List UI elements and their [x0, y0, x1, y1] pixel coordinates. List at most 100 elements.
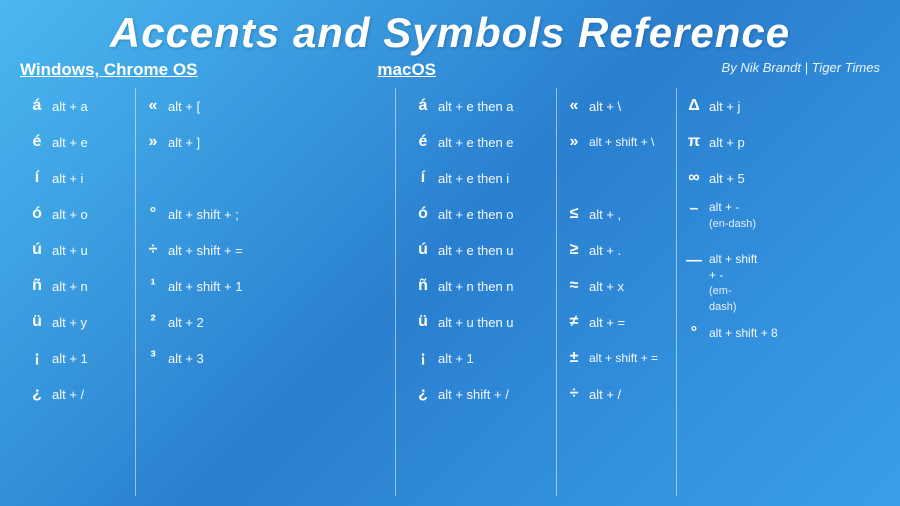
list-item: á alt + a: [28, 88, 127, 124]
symbol: í: [28, 169, 46, 187]
shortcut: alt + [: [168, 99, 200, 114]
list-item: ¿ alt + /: [28, 376, 127, 412]
content-area: á alt + a é alt + e í alt + i ó alt + o …: [20, 88, 880, 496]
list-item: ÷ alt + /: [565, 376, 668, 412]
list-item: í alt + i: [28, 160, 127, 196]
shortcut: alt + e then a: [438, 99, 514, 114]
list-item: ¿ alt + shift + /: [414, 376, 548, 412]
windows-section-header: Windows, Chrome OS: [20, 60, 197, 80]
list-item: » alt + shift + \: [565, 124, 668, 160]
list-item: ó alt + o: [28, 196, 127, 232]
shortcut: alt + o: [52, 207, 88, 222]
shortcut: alt + =: [589, 315, 625, 330]
shortcut: alt + shift + =: [589, 351, 658, 365]
page-title: Accents and Symbols Reference: [20, 10, 880, 56]
list-item: « alt + [: [144, 88, 287, 124]
shortcut: alt + 1: [52, 351, 88, 366]
shortcut: alt + /: [52, 387, 84, 402]
mac-col1: á alt + e then a é alt + e then e í alt …: [406, 88, 556, 496]
shortcut: alt + x: [589, 279, 624, 294]
shortcut: alt + 2: [168, 315, 204, 330]
symbol: «: [565, 97, 583, 115]
shortcut: alt + shift + 1: [168, 279, 242, 294]
symbol: ú: [28, 241, 46, 259]
list-item: – alt + -(en-dash): [685, 196, 758, 248]
shortcut: alt + 1: [438, 351, 474, 366]
symbol: ¡: [28, 349, 46, 367]
shortcut: alt + shift + /: [438, 387, 509, 402]
shortcut: alt + ,: [589, 207, 621, 222]
list-item: ñ alt + n then n: [414, 268, 548, 304]
shortcut: alt + i: [52, 171, 83, 186]
mac-col2: « alt + \ » alt + shift + \ ≤ alt + , ≥ …: [556, 88, 676, 496]
list-item: é alt + e: [28, 124, 127, 160]
windows-section: á alt + a é alt + e í alt + i ó alt + o …: [20, 88, 395, 496]
symbol: ¿: [414, 385, 432, 403]
shortcut: alt + shift + ;: [168, 207, 239, 222]
symbol: ≈: [565, 277, 583, 295]
byline: By Nik Brandt | Tiger Times: [722, 60, 880, 77]
list-item: Δ alt + j: [685, 88, 758, 124]
symbol: ≠: [565, 313, 583, 331]
symbol: °: [144, 205, 162, 223]
symbol: ú: [414, 241, 432, 259]
symbol: ¹: [144, 277, 162, 295]
symbol: °: [685, 324, 703, 342]
symbol: ñ: [414, 277, 432, 295]
list-item: é alt + e then e: [414, 124, 548, 160]
symbol: ó: [28, 205, 46, 223]
symbol: π: [685, 133, 703, 151]
shortcut: alt + 5: [709, 171, 745, 186]
list-item: — alt + shift + -(em-dash): [685, 248, 758, 314]
shortcut: alt + j: [709, 99, 740, 114]
shortcut: alt + e then i: [438, 171, 509, 186]
shortcut: alt + n then n: [438, 279, 514, 294]
list-item: [565, 160, 668, 196]
symbol: ¿: [28, 385, 46, 403]
mac-col3: Δ alt + j π alt + p ∞ alt + 5 – alt + -(…: [676, 88, 766, 496]
shortcut: alt + n: [52, 279, 88, 294]
symbol: »: [565, 133, 583, 151]
list-item: ² alt + 2: [144, 304, 287, 340]
symbol: í: [414, 169, 432, 187]
symbol: »: [144, 133, 162, 151]
shortcut: alt + -(en-dash): [709, 200, 756, 231]
list-item: ± alt + shift + =: [565, 340, 668, 376]
shortcut: alt + \: [589, 99, 621, 114]
symbol: ¡: [414, 349, 432, 367]
list-item: ó alt + e then o: [414, 196, 548, 232]
symbol: é: [28, 133, 46, 151]
list-item: ü alt + y: [28, 304, 127, 340]
symbol: «: [144, 97, 162, 115]
symbol: ÷: [565, 385, 583, 403]
list-item: [144, 160, 287, 196]
list-item: « alt + \: [565, 88, 668, 124]
shortcut: alt + .: [589, 243, 621, 258]
list-item: ° alt + shift + ;: [144, 196, 287, 232]
symbol: ≥: [565, 241, 583, 259]
win-col1: á alt + a é alt + e í alt + i ó alt + o …: [20, 88, 135, 496]
list-item: ÷ alt + shift + =: [144, 232, 287, 268]
shortcut: alt + p: [709, 135, 745, 150]
shortcut: alt + /: [589, 387, 621, 402]
list-item: » alt + ]: [144, 124, 287, 160]
shortcut: alt + y: [52, 315, 87, 330]
list-item: ¡ alt + 1: [28, 340, 127, 376]
symbol: ü: [414, 313, 432, 331]
symbol: á: [414, 97, 432, 115]
list-item: ≤ alt + ,: [565, 196, 668, 232]
symbol: —: [685, 252, 703, 270]
macos-section-header: macOS: [377, 60, 436, 80]
shortcut: alt + ]: [168, 135, 200, 150]
shortcut: alt + 3: [168, 351, 204, 366]
list-item: ° alt + shift + 8: [685, 315, 758, 351]
symbol: ÷: [144, 241, 162, 259]
shortcut: alt + u then u: [438, 315, 514, 330]
win-col2: « alt + [ » alt + ] ° alt + shift + ; ÷ …: [135, 88, 295, 496]
symbol: ü: [28, 313, 46, 331]
list-item: í alt + e then i: [414, 160, 548, 196]
list-item: ü alt + u then u: [414, 304, 548, 340]
shortcut: alt + shift + -(em-dash): [709, 252, 758, 314]
list-item: ¡ alt + 1: [414, 340, 548, 376]
symbol: ñ: [28, 277, 46, 295]
